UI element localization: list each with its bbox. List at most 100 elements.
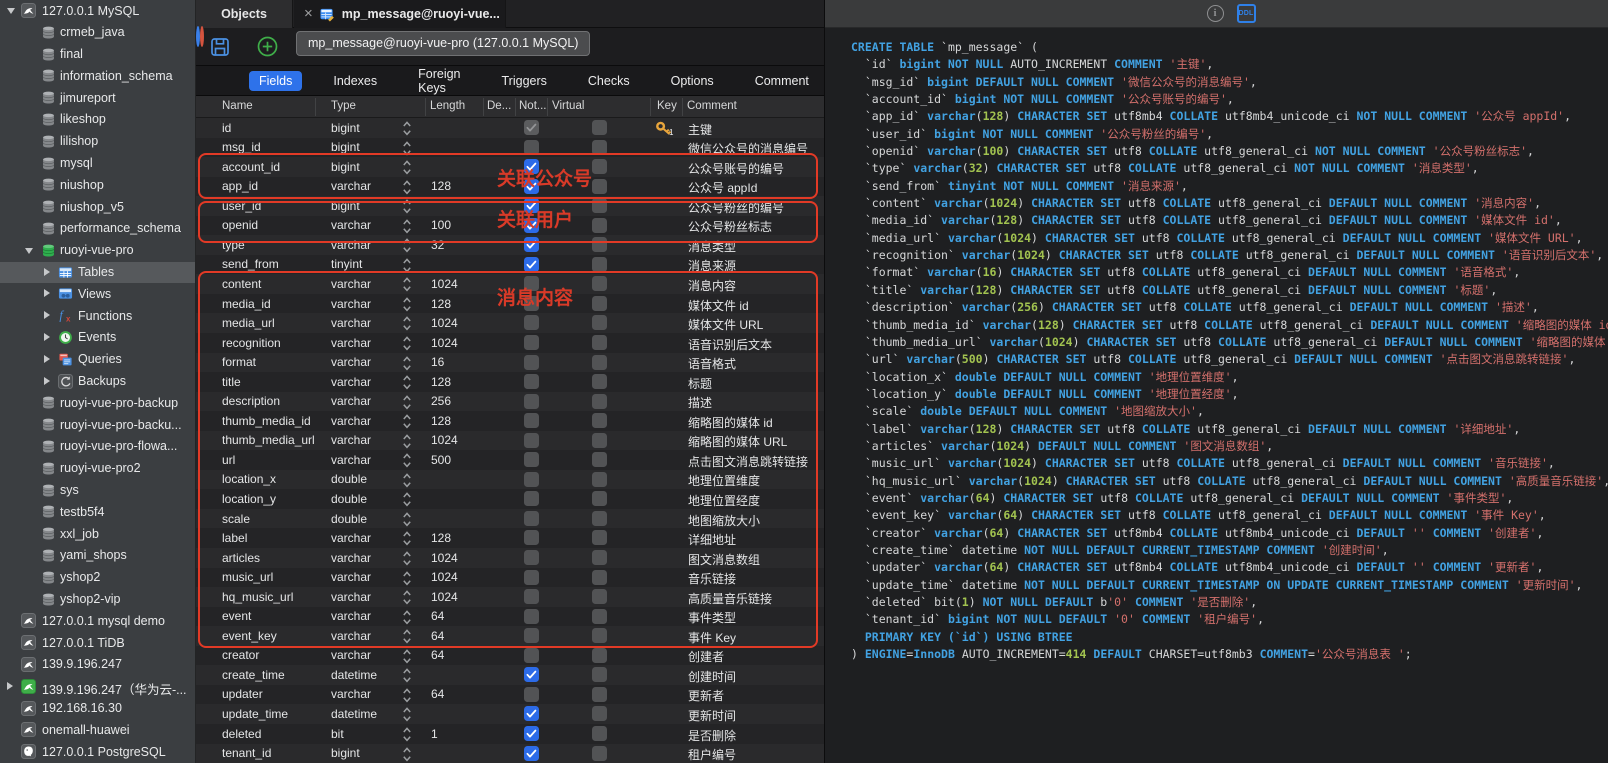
- field-name-cell[interactable]: deleted: [222, 727, 261, 741]
- sidebar-item-yshop2[interactable]: yshop2: [0, 567, 195, 589]
- virtual-checkbox[interactable]: [592, 648, 607, 663]
- field-type-cell[interactable]: bigint: [331, 121, 360, 135]
- field-name-cell[interactable]: create_time: [222, 668, 285, 682]
- sidebar-item-likeshop[interactable]: likeshop: [0, 109, 195, 131]
- info-icon[interactable]: i: [1207, 5, 1224, 22]
- tab-objects[interactable]: Objects: [196, 0, 293, 28]
- chevron-right-icon[interactable]: [44, 333, 50, 341]
- tab-foreign-keys[interactable]: Foreign Keys: [408, 64, 470, 98]
- sidebar-item-testb5f4[interactable]: testb5f4: [0, 501, 195, 523]
- field-type-cell[interactable]: datetime: [331, 707, 377, 721]
- sidebar-item-yami-shops[interactable]: yami_shops: [0, 545, 195, 567]
- sidebar-item-final[interactable]: final: [0, 44, 195, 66]
- close-icon[interactable]: ×: [304, 5, 313, 22]
- not-null-checkbox[interactable]: [524, 667, 539, 682]
- sidebar-item-ruoyi-vue-pro[interactable]: ruoyi-vue-pro: [0, 240, 195, 262]
- not-null-checkbox[interactable]: [524, 726, 539, 741]
- sidebar-item-127-0-0-1-postgresql[interactable]: 127.0.0.1 PostgreSQL: [0, 741, 195, 763]
- chevron-right-icon[interactable]: [44, 311, 50, 319]
- virtual-checkbox[interactable]: [592, 746, 607, 761]
- field-row-id[interactable]: idbigint1主键: [196, 118, 824, 138]
- field-type-cell[interactable]: tinyint: [331, 257, 362, 271]
- field-comment-cell[interactable]: 创建者: [688, 648, 724, 665]
- field-name-cell[interactable]: send_from: [222, 257, 279, 271]
- field-type-cell[interactable]: varchar: [331, 687, 371, 701]
- sidebar-item-yshop2-vip[interactable]: yshop2-vip: [0, 589, 195, 611]
- field-comment-cell[interactable]: 租户编号: [688, 746, 736, 763]
- chevron-right-icon[interactable]: [44, 289, 50, 297]
- sidebar-item-queries[interactable]: Queries: [0, 349, 195, 371]
- sidebar-item-ruoyi-vue-pro-flowa[interactable]: ruoyi-vue-pro-flowa...: [0, 436, 195, 458]
- virtual-checkbox[interactable]: [592, 667, 607, 682]
- chevron-right-icon[interactable]: [44, 355, 50, 363]
- stepper-icon[interactable]: [402, 667, 412, 683]
- field-row-tenant-id[interactable]: tenant_id bigint 租户编号: [196, 744, 824, 763]
- sidebar-item-127-0-0-1-mysql-demo[interactable]: 127.0.0.1 mysql demo: [0, 610, 195, 632]
- virtual-checkbox[interactable]: [592, 257, 607, 272]
- sidebar-item-xxl-job[interactable]: xxl_job: [0, 523, 195, 545]
- field-name-cell[interactable]: updater: [222, 687, 263, 701]
- tab-fields[interactable]: Fields: [249, 71, 302, 91]
- field-row-updater[interactable]: updater varchar 64 更新者: [196, 685, 824, 705]
- sidebar-item-events[interactable]: Events: [0, 327, 195, 349]
- tab-triggers[interactable]: Triggers: [492, 71, 557, 91]
- chevron-down-icon[interactable]: [7, 8, 15, 14]
- tab-comment[interactable]: Comment: [745, 71, 819, 91]
- field-type-cell[interactable]: bit: [331, 727, 344, 741]
- save-icon[interactable]: [210, 37, 230, 57]
- ddl-icon[interactable]: DDL: [1237, 4, 1256, 23]
- not-null-checkbox[interactable]: [524, 120, 539, 135]
- not-null-checkbox[interactable]: [524, 648, 539, 663]
- sidebar-item-mysql[interactable]: mysql: [0, 153, 195, 175]
- field-comment-cell[interactable]: 更新者: [688, 687, 724, 704]
- sidebar-item-sys[interactable]: sys: [0, 480, 195, 502]
- virtual-checkbox[interactable]: [592, 687, 607, 702]
- field-type-cell[interactable]: varchar: [331, 648, 371, 662]
- field-type-cell[interactable]: datetime: [331, 668, 377, 682]
- field-name-cell[interactable]: tenant_id: [222, 746, 271, 760]
- field-row-deleted[interactable]: deleted bit 1 是否删除: [196, 724, 824, 744]
- field-row-creator[interactable]: creator varchar 64 创建者: [196, 646, 824, 666]
- field-comment-cell[interactable]: 是否删除: [688, 727, 736, 744]
- field-comment-cell[interactable]: 主键: [688, 121, 712, 138]
- sidebar-item-139-9-196-247[interactable]: 139.9.196.247: [0, 654, 195, 676]
- stepper-icon[interactable]: [402, 648, 412, 664]
- sidebar-item-onemall-huawei[interactable]: onemall-huawei: [0, 719, 195, 741]
- field-name-cell[interactable]: creator: [222, 648, 259, 662]
- chevron-right-icon[interactable]: [44, 377, 50, 385]
- chevron-right-icon[interactable]: [44, 268, 50, 276]
- not-null-checkbox[interactable]: [524, 746, 539, 761]
- sidebar-item-performance-schema[interactable]: performance_schema: [0, 218, 195, 240]
- field-row-update-time[interactable]: update_timedatetime更新时间: [196, 704, 824, 724]
- field-length-cell[interactable]: 1: [431, 727, 438, 741]
- tab-indexes[interactable]: Indexes: [323, 71, 387, 91]
- tab-mp-message[interactable]: × mp_message@ruoyi-vue...: [294, 0, 506, 28]
- field-length-cell[interactable]: 64: [431, 648, 444, 662]
- sidebar-item-niushop[interactable]: niushop: [0, 174, 195, 196]
- sidebar-item-functions[interactable]: fxFunctions: [0, 305, 195, 327]
- virtual-checkbox[interactable]: [592, 120, 607, 135]
- sidebar-item-139-9-196-247[interactable]: 139.9.196.247（华为云-...: [0, 676, 195, 698]
- sidebar-item-tables[interactable]: Tables: [0, 262, 195, 284]
- delete-field-icon[interactable]: [200, 26, 204, 47]
- field-type-cell[interactable]: bigint: [331, 746, 360, 760]
- sidebar-item-ruoyi-vue-pro-backup[interactable]: ruoyi-vue-pro-backup: [0, 392, 195, 414]
- sidebar-item-views[interactable]: Views: [0, 283, 195, 305]
- chevron-right-icon[interactable]: [7, 682, 13, 690]
- stepper-icon[interactable]: [402, 706, 412, 722]
- field-length-cell[interactable]: 64: [431, 687, 444, 701]
- field-comment-cell[interactable]: 更新时间: [688, 707, 736, 724]
- sidebar-item-lilishop[interactable]: lilishop: [0, 131, 195, 153]
- add-field-icon[interactable]: [257, 36, 278, 57]
- sidebar-item-192-168-16-30[interactable]: 192.168.16.30: [0, 698, 195, 720]
- chevron-down-icon[interactable]: [25, 248, 33, 254]
- stepper-icon[interactable]: [402, 687, 412, 703]
- tab-checks[interactable]: Checks: [578, 71, 640, 91]
- field-row-create-time[interactable]: create_timedatetime创建时间: [196, 665, 824, 685]
- not-null-checkbox[interactable]: [524, 706, 539, 721]
- sidebar-item-crmeb-java[interactable]: crmeb_java: [0, 22, 195, 44]
- field-name-cell[interactable]: id: [222, 121, 231, 135]
- tab-options[interactable]: Options: [661, 71, 724, 91]
- stepper-icon[interactable]: [402, 726, 412, 742]
- stepper-icon[interactable]: [402, 746, 412, 762]
